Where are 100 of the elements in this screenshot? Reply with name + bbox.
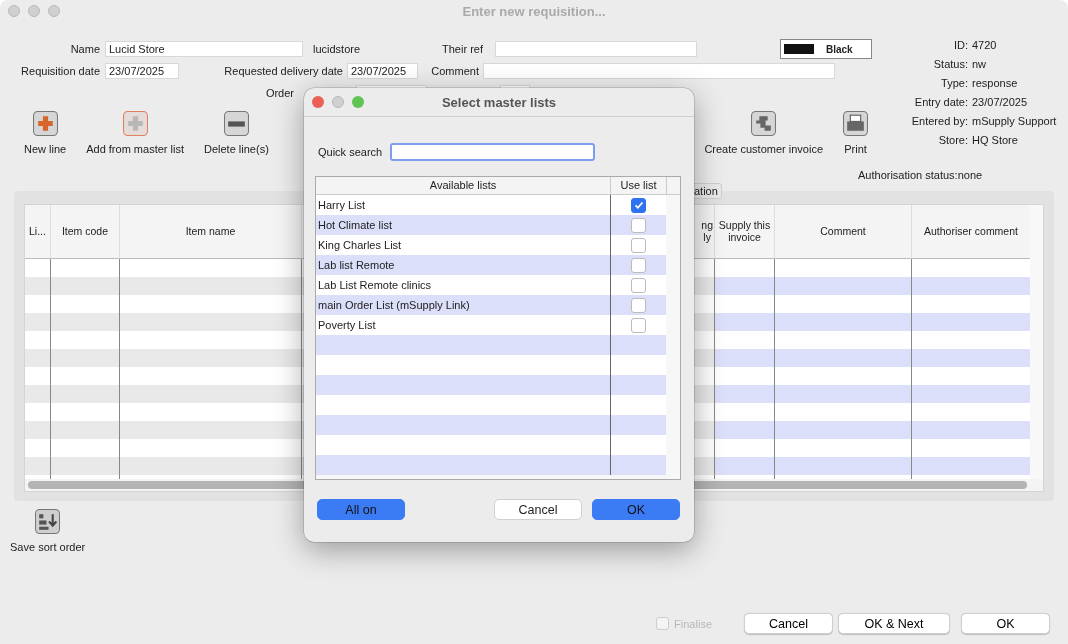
minus-icon xyxy=(223,111,249,136)
toolbar-button[interactable]: Delete line(s) xyxy=(204,111,269,155)
column-header[interactable]: Use list xyxy=(611,177,667,194)
field-label: Their ref xyxy=(441,43,484,55)
table-cell xyxy=(714,295,774,313)
list-row[interactable]: Poverty List xyxy=(316,315,666,335)
checkmark-icon xyxy=(632,199,645,211)
toolbar-button[interactable]: New line xyxy=(24,111,67,155)
dialog-button[interactable]: All on xyxy=(317,499,405,520)
table-cell xyxy=(50,367,119,385)
dialog-button[interactable]: Cancel xyxy=(494,499,582,520)
table-cell xyxy=(714,331,774,349)
minimize-button[interactable] xyxy=(332,96,344,108)
table-cell xyxy=(714,385,774,403)
list-row[interactable]: Lab list Remote xyxy=(316,255,666,275)
table-cell xyxy=(714,439,774,457)
table-cell xyxy=(714,367,774,385)
info-label: Store: xyxy=(937,134,968,146)
field-label: Comment xyxy=(430,65,480,77)
toolbar-button[interactable]: Create customer invoice xyxy=(704,111,823,155)
close-button[interactable] xyxy=(312,96,324,108)
column-header[interactable]: Supply this invoice xyxy=(714,205,774,259)
use-list-checkbox[interactable] xyxy=(631,277,647,293)
info-value: 23/07/2025 xyxy=(972,96,1029,108)
list-row[interactable]: King Charles List xyxy=(316,235,666,255)
list-row[interactable]: main Order List (mSupply Link) xyxy=(316,295,666,315)
info-label: Type: xyxy=(940,77,968,89)
use-list-checkbox[interactable] xyxy=(631,217,647,233)
table-cell xyxy=(714,277,774,295)
plus-icon xyxy=(122,111,148,136)
table-cell xyxy=(714,457,774,475)
plus-icon xyxy=(32,111,58,136)
table-cell xyxy=(714,421,774,439)
table-cell xyxy=(50,385,119,403)
column-header[interactable]: Item code xyxy=(50,205,119,259)
pipe-icon xyxy=(751,111,777,136)
info-label: Status: xyxy=(932,58,968,70)
close-button[interactable] xyxy=(8,5,20,17)
info-value: 4720 xyxy=(972,39,998,51)
toolbar-button[interactable]: Add from master list xyxy=(86,111,184,155)
field-label: Name xyxy=(69,43,101,55)
list-row[interactable]: Harry List xyxy=(316,195,666,215)
use-list-checkbox[interactable] xyxy=(631,297,647,313)
colour-selector[interactable]: Black xyxy=(780,39,872,59)
toolbar-button[interactable]: Print xyxy=(843,111,868,155)
column-header[interactable]: Authoriser comment xyxy=(911,205,1030,259)
info-value: nw xyxy=(972,58,988,70)
table-cell xyxy=(50,331,119,349)
use-list-checkbox[interactable] xyxy=(631,237,647,253)
info-label: Entry date: xyxy=(913,96,968,108)
info-value: mSupply Support xyxy=(972,115,1057,127)
table-cell xyxy=(714,313,774,331)
table-cell xyxy=(50,439,119,457)
comment-field[interactable] xyxy=(483,63,835,79)
dialog-title: Select master lists xyxy=(441,94,557,110)
sort-down-icon xyxy=(35,509,61,534)
footer-button[interactable]: OK & Next xyxy=(838,613,950,634)
search-field[interactable] xyxy=(390,143,596,161)
minimize-button[interactable] xyxy=(28,5,40,17)
field-label: Requested delivery date xyxy=(223,65,344,77)
column-header[interactable]: Item name xyxy=(119,205,301,259)
column-header[interactable]: Available lists xyxy=(316,177,611,194)
table-cell xyxy=(50,403,119,421)
table-cell xyxy=(50,349,119,367)
table-cell xyxy=(50,259,119,277)
date-field[interactable]: 23/07/2025 xyxy=(105,63,179,79)
table-cell xyxy=(50,421,119,439)
info-value: HQ Store xyxy=(972,134,1019,146)
use-list-checkbox[interactable] xyxy=(631,257,647,273)
info-label: ID: xyxy=(952,39,968,51)
table-cell xyxy=(50,295,119,313)
authorisation-status: Authorisation status:none xyxy=(858,169,983,181)
save-sort-order-button[interactable]: Save sort order xyxy=(10,509,86,553)
list-row[interactable]: Lab List Remote clinics xyxy=(316,275,666,295)
zoom-button[interactable] xyxy=(48,5,60,17)
printer-icon xyxy=(843,111,868,136)
field-label: Order xyxy=(264,87,295,99)
use-list-checkbox[interactable] xyxy=(631,197,647,213)
name-field[interactable]: Lucid Store xyxy=(105,41,303,57)
store-code: lucidstore xyxy=(313,43,362,55)
table-cell xyxy=(50,313,119,331)
table-cell xyxy=(714,403,774,421)
zoom-button[interactable] xyxy=(352,96,364,108)
their-ref-field[interactable] xyxy=(495,41,697,57)
footer-button[interactable]: Cancel xyxy=(744,613,833,634)
list-row[interactable]: Hot Climate list xyxy=(316,215,666,235)
table-cell xyxy=(50,457,119,475)
dialog-button[interactable]: OK xyxy=(592,499,680,520)
date-field[interactable]: 23/07/2025 xyxy=(347,63,418,79)
footer-button[interactable]: OK xyxy=(961,613,1050,634)
field-label: Requisition date xyxy=(20,65,101,77)
column-header[interactable]: Comment xyxy=(774,205,911,259)
table-cell xyxy=(714,259,774,277)
window-title: Enter new requisition... xyxy=(462,3,606,19)
search-label: Quick search xyxy=(318,146,383,158)
info-label: Entered by: xyxy=(910,115,968,127)
table-cell xyxy=(50,277,119,295)
use-list-checkbox[interactable] xyxy=(631,317,647,333)
table-cell xyxy=(714,349,774,367)
info-value: response xyxy=(972,77,1019,89)
